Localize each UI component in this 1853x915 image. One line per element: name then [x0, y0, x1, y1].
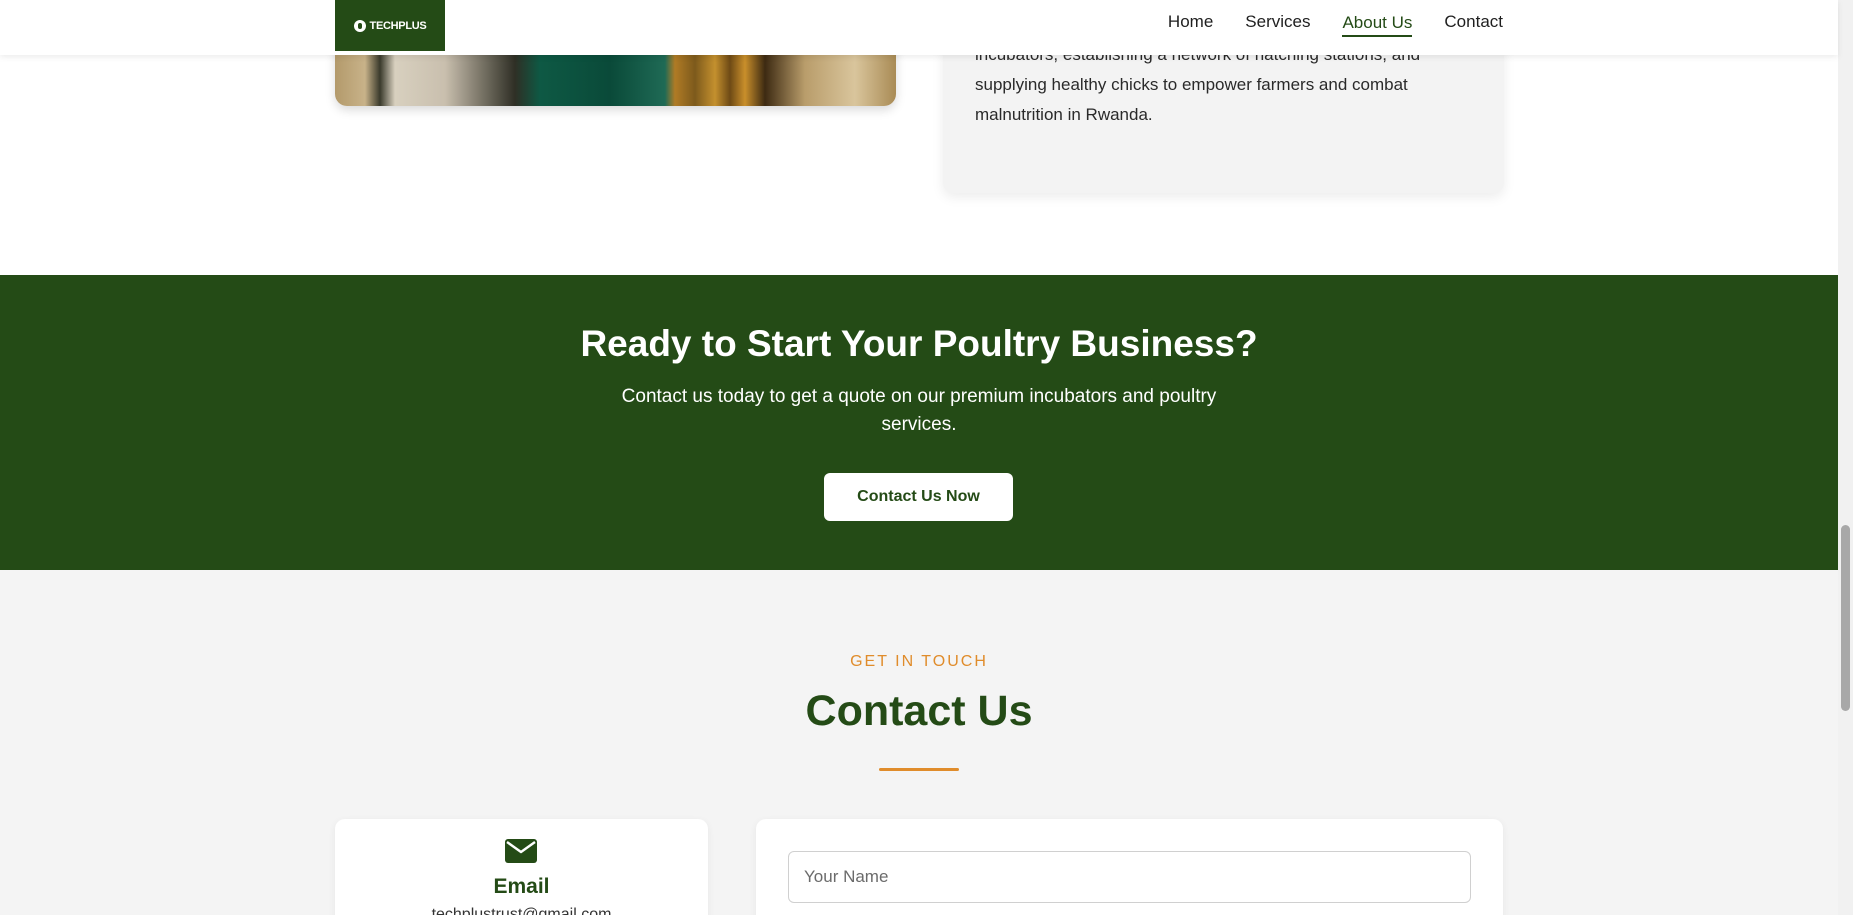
email-address[interactable]: techplustrust@gmail.com [335, 906, 708, 915]
cta-section: Ready to Start Your Poultry Business? Co… [0, 275, 1838, 570]
contact-us-now-button[interactable]: Contact Us Now [824, 473, 1013, 521]
main-nav: Home Services About Us Contact [1168, 0, 1503, 48]
nav-contact[interactable]: Contact [1444, 12, 1503, 36]
page-scrollbar[interactable] [1838, 0, 1853, 915]
contact-title: Contact Us [805, 687, 1033, 735]
contact-section: GET IN TOUCH Contact Us Email techplustr… [0, 570, 1838, 915]
scrollbar-thumb[interactable] [1841, 525, 1850, 711]
nav-home[interactable]: Home [1168, 12, 1213, 36]
section-eyebrow: GET IN TOUCH [850, 653, 988, 670]
email-title: Email [493, 875, 550, 898]
envelope-icon [505, 839, 537, 863]
nav-services[interactable]: Services [1245, 12, 1310, 36]
logo-icon [353, 19, 366, 32]
navbar: TECHPLUS Home Services About Us Contact [0, 0, 1838, 55]
nav-about-us[interactable]: About Us [1342, 13, 1413, 37]
title-divider [879, 768, 959, 771]
cta-title: Ready to Start Your Poultry Business? [580, 323, 1258, 364]
email-card: Email techplustrust@gmail.com [335, 819, 708, 915]
contact-form [756, 819, 1503, 915]
name-input[interactable] [788, 851, 1471, 903]
cta-text: Contact us today to get a quote on our p… [621, 386, 1217, 435]
page: incubators, establishing a network of ha… [0, 0, 1853, 915]
logo[interactable]: TECHPLUS [335, 0, 445, 51]
logo-text: TECHPLUS [369, 19, 427, 32]
